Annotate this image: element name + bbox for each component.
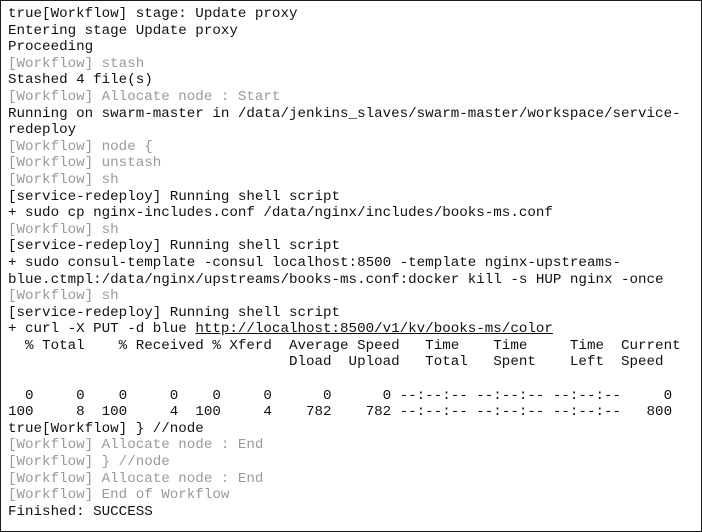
console-line-text: [Workflow] node { <box>8 138 153 155</box>
console-line-text: [Workflow] sh <box>8 171 119 188</box>
console-line: blue.ctmpl:/data/nginx/upstreams/books-m… <box>8 272 681 289</box>
console-line: Finished: SUCCESS <box>8 504 681 521</box>
console-line: [service-redeploy] Running shell script <box>8 305 681 322</box>
console-line-text: Finished: SUCCESS <box>8 503 153 520</box>
console-line-text: [Workflow] Allocate node : End <box>8 437 264 454</box>
console-line-text: true[Workflow] } //node <box>8 420 204 437</box>
console-line-text: + sudo cp nginx-includes.conf /data/ngin… <box>8 205 553 222</box>
console-line-text: blue.ctmpl:/data/nginx/upstreams/books-m… <box>8 271 664 288</box>
console-line-text: Dload Upload Total Spent Left Speed <box>8 354 664 371</box>
console-line-workflow-step: [Workflow] sh <box>8 288 681 305</box>
console-line-text: + curl -X PUT -d blue <box>8 321 196 338</box>
console-line-workflow-step: [Workflow] node { <box>8 139 681 156</box>
console-output: true[Workflow] stage: Update proxy Enteri… <box>0 0 702 532</box>
console-url-link[interactable]: http://localhost:8500/v1/kv/books-ms/col… <box>195 321 553 337</box>
console-line-text: true[Workflow] stage: Update proxy <box>8 6 298 22</box>
console-line-workflow-step: [Workflow] sh <box>8 222 681 239</box>
console-line-workflow-step: [Workflow] End of Workflow <box>8 487 681 504</box>
console-line-text: Proceeding <box>8 39 94 56</box>
console-line-workflow-step: [Workflow] Allocate node : Start <box>8 89 681 106</box>
console-line: Proceeding <box>8 39 681 56</box>
console-line-text: [Workflow] Allocate node : Start <box>8 88 281 105</box>
console-line-workflow-step: [Workflow] } //node <box>8 454 681 471</box>
console-line: true[Workflow] stage: Update proxy <box>8 6 681 23</box>
console-line-text: + sudo consul-template -consul localhost… <box>8 254 621 271</box>
console-line-workflow-step: [Workflow] unstash <box>8 155 681 172</box>
console-line: 100 8 100 4 100 4 782 782 --:--:-- --:--… <box>8 404 681 421</box>
console-line: Entering stage Update proxy <box>8 23 681 40</box>
console-line-text: [Workflow] sh <box>8 288 119 305</box>
console-line: true[Workflow] } //node <box>8 421 681 438</box>
console-line: Stashed 4 file(s) <box>8 72 681 89</box>
console-line-text: Entering stage Update proxy <box>8 22 238 39</box>
console-line: + sudo consul-template -consul localhost… <box>8 255 681 272</box>
console-lines: true[Workflow] stage: Update proxy Enteri… <box>8 6 681 520</box>
console-line-text: 100 8 100 4 100 4 782 782 --:--:-- --:--… <box>8 404 673 421</box>
console-line: [service-redeploy] Running shell script <box>8 238 681 255</box>
console-line-text: [service-redeploy] Running shell script <box>8 238 341 255</box>
console-line-text: 0 0 0 0 0 0 0 0 --:--:-- --:--:-- --:--:… <box>8 387 673 404</box>
console-line-text: [Workflow] stash <box>8 55 145 72</box>
console-line: [service-redeploy] Running shell script <box>8 189 681 206</box>
console-line-text: [Workflow] sh <box>8 221 119 238</box>
console-line-text: % Total % Received % Xferd Average Speed… <box>8 337 681 354</box>
console-line: Dload Upload Total Spent Left Speed <box>8 354 681 371</box>
console-line-text: [service-redeploy] Running shell script <box>8 304 341 321</box>
console-line-text: Running on swarm-master in /data/jenkins… <box>8 105 681 122</box>
console-line-text: [Workflow] Allocate node : End <box>8 470 264 487</box>
console-line-workflow-step: [Workflow] sh <box>8 172 681 189</box>
console-line-workflow-step: [Workflow] Allocate node : End <box>8 437 681 454</box>
console-line: redeploy <box>8 122 681 139</box>
console-line: + sudo cp nginx-includes.conf /data/ngin… <box>8 205 681 222</box>
console-line-text: [Workflow] unstash <box>8 155 162 172</box>
console-line: Running on swarm-master in /data/jenkins… <box>8 106 681 123</box>
console-line-text: redeploy <box>8 122 77 139</box>
console-line-workflow-step: [Workflow] stash <box>8 56 681 73</box>
console-line-text: [service-redeploy] Running shell script <box>8 188 341 205</box>
console-line-text: [Workflow] } //node <box>8 454 170 471</box>
console-line: + curl -X PUT -d blue http://localhost:8… <box>8 321 681 338</box>
console-line: 0 0 0 0 0 0 0 0 --:--:-- --:--:-- --:--:… <box>8 388 681 405</box>
console-line: % Total % Received % Xferd Average Speed… <box>8 338 681 355</box>
console-line-text: [Workflow] End of Workflow <box>8 487 230 504</box>
console-line-text: Stashed 4 file(s) <box>8 72 153 89</box>
console-line-workflow-step: [Workflow] Allocate node : End <box>8 471 681 488</box>
